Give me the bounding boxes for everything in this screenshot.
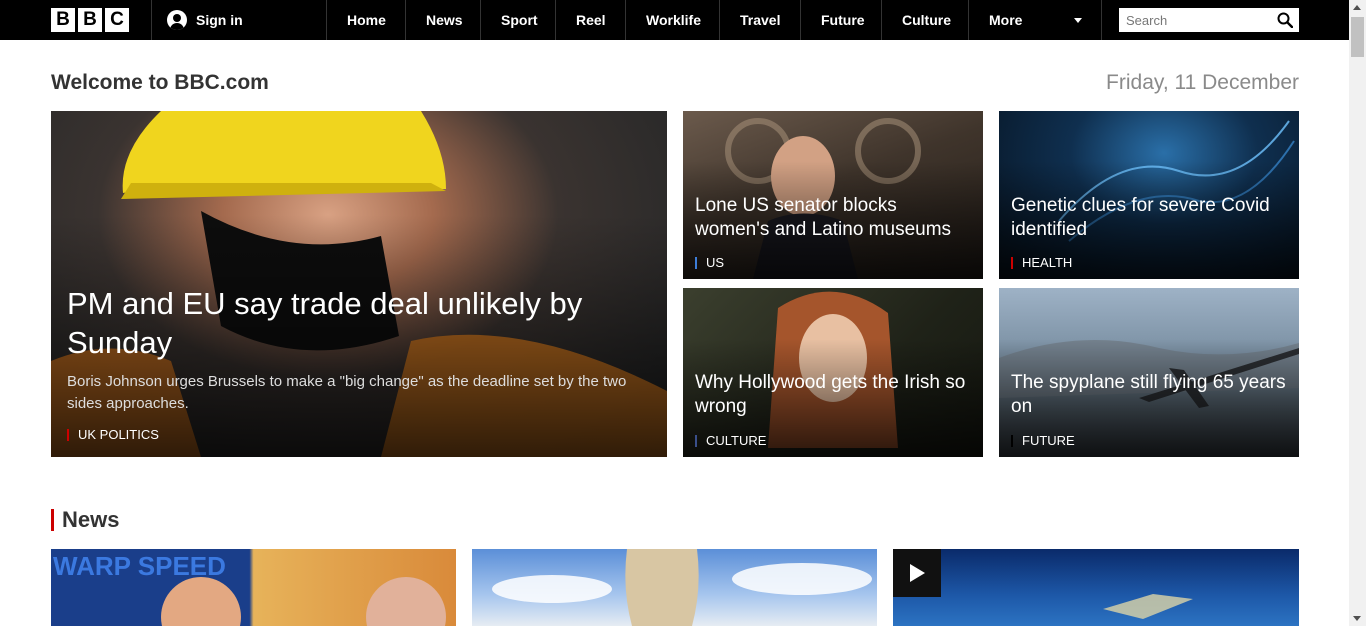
nav-item-worklife[interactable]: Worklife [625, 0, 719, 40]
lead-story-headline[interactable]: PM and EU say trade deal unlikely by Sun… [67, 284, 627, 362]
story-card-spyplane[interactable]: The spyplane still flying 65 years on FU… [999, 288, 1299, 457]
story-tag[interactable]: HEALTH [1011, 256, 1072, 269]
search-box [1119, 8, 1299, 32]
underwater-image [1103, 594, 1193, 619]
more-label: More [989, 12, 1023, 28]
story-card-senator[interactable]: Lone US senator blocks women's and Latin… [683, 111, 983, 279]
news-story-thumbnail[interactable]: WARP SPEED [51, 549, 456, 626]
nav-item-reel[interactable]: Reel [555, 0, 625, 40]
news-section-title[interactable]: News [51, 509, 119, 531]
nav-item-more[interactable]: More [968, 0, 1102, 40]
story-card-genetic[interactable]: Genetic clues for severe Covid identifie… [999, 111, 1299, 279]
page-title: Welcome to BBC.com [51, 71, 269, 94]
logo-letter: B [51, 8, 75, 32]
logo-letter: B [78, 8, 102, 32]
search-input[interactable] [1119, 8, 1269, 32]
nav-item-culture[interactable]: Culture [881, 0, 968, 40]
nav-item-sport[interactable]: Sport [480, 0, 555, 40]
scroll-up-icon[interactable] [1353, 5, 1361, 10]
story-tag[interactable]: FUTURE [1011, 434, 1075, 447]
story-headline[interactable]: Lone US senator blocks women's and Latin… [695, 194, 971, 242]
news-video-thumbnail[interactable] [893, 549, 1299, 626]
story-card-hollywood[interactable]: Why Hollywood gets the Irish so wrong CU… [683, 288, 983, 457]
bbc-logo[interactable]: B B C [51, 8, 129, 32]
story-headline[interactable]: Genetic clues for severe Covid identifie… [1011, 194, 1287, 242]
play-icon[interactable] [893, 549, 941, 597]
nav-item-travel[interactable]: Travel [719, 0, 800, 40]
svg-text:WARP SPEED: WARP SPEED [53, 551, 226, 581]
logo-letter: C [105, 8, 129, 32]
scrollbar-thumb[interactable] [1351, 17, 1364, 57]
lead-story-card[interactable]: PM and EU say trade deal unlikely by Sun… [51, 111, 667, 457]
chevron-down-icon [1074, 18, 1082, 23]
page-scrollbar[interactable] [1349, 0, 1366, 626]
story-tag[interactable]: CULTURE [695, 434, 766, 447]
lead-story-tag[interactable]: UK POLITICS [67, 428, 159, 441]
trump-biden-image: WARP SPEED [53, 551, 446, 626]
story-tag[interactable]: US [695, 256, 724, 269]
current-date: Friday, 11 December [1106, 71, 1299, 94]
nav-item-news[interactable]: News [405, 0, 480, 40]
sign-in-button[interactable]: Sign in [152, 0, 326, 40]
news-story-image [492, 549, 872, 626]
lead-story-summary: Boris Johnson urges Brussels to make a "… [67, 373, 627, 412]
news-story-thumbnail[interactable] [472, 549, 877, 626]
story-headline[interactable]: The spyplane still flying 65 years on [1011, 371, 1287, 419]
scroll-down-icon[interactable] [1353, 616, 1361, 621]
story-headline[interactable]: Why Hollywood gets the Irish so wrong [695, 371, 971, 419]
main-nav: Home News Sport Reel Worklife Travel Fut… [326, 0, 1102, 40]
top-navigation-bar: B B C Sign in Home News Sport Reel Workl… [0, 0, 1349, 40]
search-icon[interactable] [1277, 12, 1293, 28]
user-icon [167, 10, 187, 30]
sign-in-label: Sign in [196, 12, 243, 28]
nav-item-future[interactable]: Future [800, 0, 881, 40]
nav-item-home[interactable]: Home [326, 0, 405, 40]
